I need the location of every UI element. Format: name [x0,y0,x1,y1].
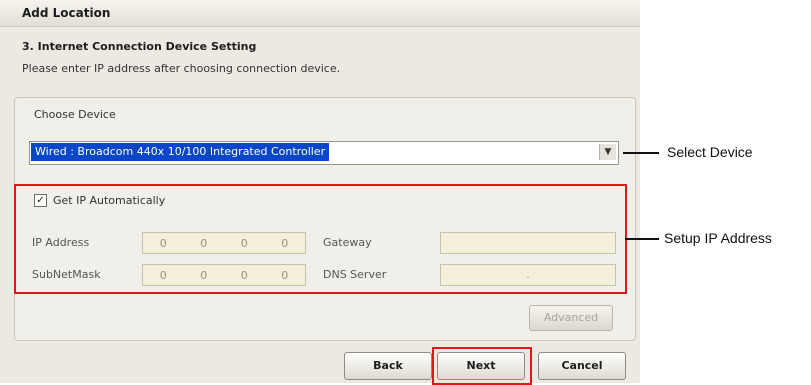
device-select-value: Wired : Broadcom 440x 10/100 Integrated … [31,143,330,161]
subnet-octet: 0 [159,268,167,282]
gateway-label: Gateway [323,236,372,249]
add-location-dialog: Add Location 3. Internet Connection Devi… [0,0,640,385]
choose-device-label: Choose Device [34,108,116,121]
back-button[interactable]: Back [344,352,432,380]
subnet-octet: 0 [240,268,248,282]
get-ip-auto-label: Get IP Automatically [53,194,166,207]
cancel-button[interactable]: Cancel [538,352,626,380]
subnet-mask-field[interactable]: 0 0 0 0 [142,264,306,286]
get-ip-auto-checkbox[interactable]: ✓ [34,194,47,207]
step-title: 3. Internet Connection Device Setting [22,40,257,53]
ip-octet: 0 [240,236,248,250]
dropdown-arrow-icon[interactable]: ▼ [599,144,616,160]
subnet-octet: 0 [200,268,208,282]
setup-ip-callout-line [625,238,659,240]
setup-ip-callout: Setup IP Address [664,230,772,246]
step-description: Please enter IP address after choosing c… [22,62,341,75]
device-select[interactable]: Wired : Broadcom 440x 10/100 Integrated … [29,141,619,165]
subnet-mask-label: SubNetMask [32,268,101,281]
select-device-callout: Select Device [667,144,753,160]
ip-octet: 0 [281,236,289,250]
dialog-title: Add Location [22,6,111,20]
dns-server-field[interactable]: . [440,264,616,286]
ip-octet: 0 [159,236,167,250]
get-ip-auto-row[interactable]: ✓ Get IP Automatically [34,194,165,207]
advanced-button[interactable]: Advanced [529,305,613,331]
gateway-field[interactable] [440,232,616,254]
dns-server-label: DNS Server [323,268,387,281]
ip-address-label: IP Address [32,236,90,249]
subnet-octet: 0 [281,268,289,282]
ip-address-field[interactable]: 0 0 0 0 [142,232,306,254]
next-button-highlight [432,347,532,385]
select-device-callout-line [623,152,659,154]
ip-octet: 0 [200,236,208,250]
title-bar: Add Location [0,0,640,27]
